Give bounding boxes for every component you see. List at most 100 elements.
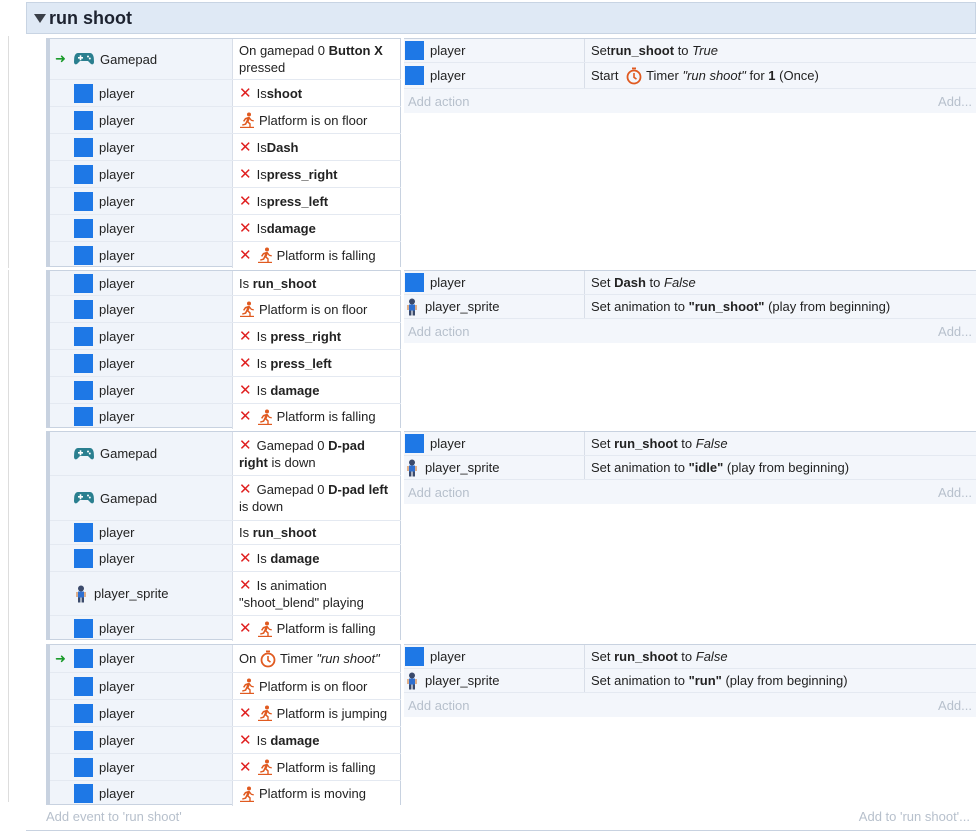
add-action-row[interactable]: Add action Add... <box>404 694 976 716</box>
condition-row[interactable]: Gamepad ✕ Gamepad 0 D-pad left is down <box>50 476 401 521</box>
invert-x-icon: ✕ <box>239 327 252 345</box>
action-row[interactable]: player_sprite Set animation to "run_shoo… <box>404 295 976 319</box>
actions-panel[interactable]: player Set run_shoot to False player_spr… <box>404 431 976 504</box>
object-name: player <box>99 409 135 424</box>
condition-text[interactable]: ✕ Is damage <box>232 377 400 403</box>
condition-row[interactable]: player ✕ Is press_right <box>50 323 401 350</box>
condition-text[interactable]: ✕ Is damage <box>232 215 400 241</box>
condition-row[interactable]: player ✕ Platform is jumping <box>50 700 401 727</box>
condition-row[interactable]: player ✕ Platform is falling <box>50 754 401 781</box>
add-more-link[interactable]: Add... <box>938 94 972 109</box>
condition-row[interactable]: player Platform is on floor <box>50 673 401 700</box>
condition-text[interactable]: ✕ Is press_right <box>232 161 400 187</box>
add-more-link[interactable]: Add... <box>938 485 972 500</box>
action-text[interactable]: Set run_shoot to True <box>584 39 976 62</box>
add-to-group-link[interactable]: Add to 'run shoot'... <box>859 809 970 824</box>
condition-text[interactable]: ✕ Platform is falling <box>232 242 400 268</box>
condition-row[interactable]: ➜ player On Timer "run shoot" <box>50 645 401 673</box>
action-row[interactable]: player Set run_shoot to False <box>404 432 976 456</box>
condition-text[interactable]: ✕ Is Dash <box>232 134 400 160</box>
condition-row[interactable]: player_sprite ✕ Is animation "shoot_blend"… <box>50 572 401 616</box>
add-action-row[interactable]: Add action Add... <box>404 90 976 112</box>
add-action-link[interactable]: Add action <box>408 94 469 109</box>
condition-text[interactable]: On gamepad 0 Button X pressed <box>232 39 400 79</box>
add-event-link[interactable]: Add event to 'run shoot' <box>46 809 182 824</box>
condition-row[interactable]: ➜ Gamepad On gamepad 0 Button X pressed <box>50 39 401 80</box>
action-text[interactable]: Set run_shoot to False <box>584 645 976 668</box>
actions-panel[interactable]: player Set Dash to False player_sprite S… <box>404 270 976 343</box>
actions-panel[interactable]: player Set run_shoot to False player_spr… <box>404 644 976 717</box>
condition-text[interactable]: ✕ Is shoot <box>232 80 400 106</box>
condition-row[interactable]: player Platform is moving <box>50 781 401 806</box>
condition-row[interactable]: player ✕ Is damage <box>50 727 401 754</box>
action-text[interactable]: Start Timer "run shoot" for 1 (Once) <box>584 63 976 88</box>
action-text[interactable]: Set animation to "run_shoot" (play from … <box>584 295 976 318</box>
condition-row[interactable]: player Platform is on floor <box>50 296 401 323</box>
condition-row[interactable]: player ✕ Is shoot <box>50 80 401 107</box>
condition-text[interactable]: ✕ Is animation "shoot_blend" playing <box>232 572 400 615</box>
condition-row[interactable]: player ✕ Is press_left <box>50 350 401 377</box>
actions-panel[interactable]: player Set run_shoot to True player Star… <box>404 38 976 113</box>
action-row[interactable]: player Start Timer "run shoot" for 1 (On… <box>404 63 976 89</box>
event-3[interactable]: Gamepad ✕ Gamepad 0 D-pad right is down Ga… <box>46 431 976 641</box>
condition-text[interactable]: Platform is on floor <box>232 107 400 133</box>
add-action-row[interactable]: Add action Add... <box>404 481 976 503</box>
action-text[interactable]: Set run_shoot to False <box>584 432 976 455</box>
action-row[interactable]: player_sprite Set animation to "idle" (p… <box>404 456 976 480</box>
action-text[interactable]: Set animation to "idle" (play from begin… <box>584 456 976 479</box>
object-name: player <box>99 85 135 101</box>
condition-text[interactable]: ✕ Is damage <box>232 545 400 571</box>
add-more-link[interactable]: Add... <box>938 698 972 713</box>
condition-row[interactable]: player Is run_shoot <box>50 271 401 296</box>
condition-text[interactable]: ✕ Gamepad 0 D-pad left is down <box>232 476 400 520</box>
add-action-link[interactable]: Add action <box>408 324 469 339</box>
action-row[interactable]: player Set Dash to False <box>404 271 976 295</box>
add-action-link[interactable]: Add action <box>408 485 469 500</box>
condition-text[interactable]: ✕ Platform is falling <box>232 404 400 429</box>
conditions-panel[interactable]: Gamepad ✕ Gamepad 0 D-pad right is down Ga… <box>50 431 401 641</box>
condition-row[interactable]: player ✕ Platform is falling <box>50 242 401 268</box>
condition-row[interactable]: Gamepad ✕ Gamepad 0 D-pad right is down <box>50 432 401 476</box>
condition-text[interactable]: On Timer "run shoot" <box>232 645 400 672</box>
action-text[interactable]: Set Dash to False <box>584 271 976 294</box>
action-row[interactable]: player_sprite Set animation to "run" (pl… <box>404 669 976 693</box>
conditions-panel[interactable]: player Is run_shoot player Platform is o… <box>50 270 401 429</box>
condition-text[interactable]: ✕ Is damage <box>232 727 400 753</box>
condition-text[interactable]: ✕ Platform is jumping <box>232 700 400 726</box>
conditions-panel[interactable]: ➜ player On Timer "run shoot" player Pla… <box>50 644 401 806</box>
event-2[interactable]: player Is run_shoot player Platform is o… <box>46 270 976 429</box>
condition-text[interactable]: ✕ Gamepad 0 D-pad right is down <box>232 432 400 475</box>
condition-text[interactable]: Is run_shoot <box>232 521 400 544</box>
add-action-link[interactable]: Add action <box>408 698 469 713</box>
condition-row[interactable]: player ✕ Platform is falling <box>50 616 401 641</box>
event-4[interactable]: ➜ player On Timer "run shoot" player Pla… <box>46 644 976 806</box>
collapse-triangle-icon[interactable] <box>34 14 46 23</box>
action-text[interactable]: Set animation to "run" (play from beginn… <box>584 669 976 692</box>
condition-text[interactable]: Platform is on floor <box>232 673 400 699</box>
add-more-link[interactable]: Add... <box>938 324 972 339</box>
text-part: (play from beginning) <box>723 460 850 475</box>
conditions-panel[interactable]: ➜ Gamepad On gamepad 0 Button X pressed p… <box>50 38 401 268</box>
condition-text[interactable]: Is run_shoot <box>232 271 400 295</box>
condition-row[interactable]: player ✕ Is damage <box>50 215 401 242</box>
condition-text[interactable]: ✕ Is press_left <box>232 350 400 376</box>
condition-text[interactable]: ✕ Platform is falling <box>232 616 400 641</box>
condition-row[interactable]: player ✕ Is damage <box>50 545 401 572</box>
action-row[interactable]: player Set run_shoot to True <box>404 39 976 63</box>
condition-row[interactable]: player ✕ Is damage <box>50 377 401 404</box>
event-group-header[interactable]: run shoot <box>26 2 976 34</box>
condition-row[interactable]: player ✕ Is press_right <box>50 161 401 188</box>
condition-row[interactable]: player Platform is on floor <box>50 107 401 134</box>
condition-row[interactable]: player ✕ Is Dash <box>50 134 401 161</box>
condition-text[interactable]: ✕ Is press_left <box>232 188 400 214</box>
add-action-row[interactable]: Add action Add... <box>404 320 976 342</box>
action-row[interactable]: player Set run_shoot to False <box>404 645 976 669</box>
condition-row[interactable]: player ✕ Platform is falling <box>50 404 401 429</box>
condition-row[interactable]: player Is run_shoot <box>50 521 401 545</box>
condition-row[interactable]: player ✕ Is press_left <box>50 188 401 215</box>
event-1[interactable]: ➜ Gamepad On gamepad 0 Button X pressed p… <box>46 38 976 268</box>
condition-text[interactable]: ✕ Is press_right <box>232 323 400 349</box>
condition-text[interactable]: Platform is on floor <box>232 296 400 322</box>
condition-text[interactable]: ✕ Platform is falling <box>232 754 400 780</box>
condition-text[interactable]: Platform is moving <box>232 781 400 806</box>
